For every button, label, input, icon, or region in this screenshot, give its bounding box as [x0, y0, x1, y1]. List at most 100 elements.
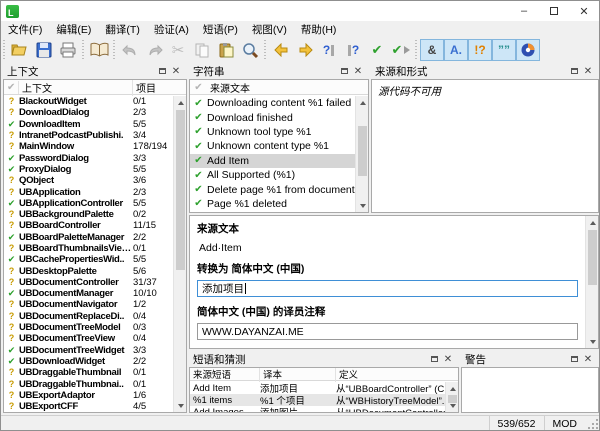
close-icon[interactable]: ✕ [169, 65, 183, 77]
scrollbar-thumb[interactable] [176, 110, 185, 270]
open-file-button[interactable] [8, 39, 32, 61]
context-row[interactable]: ✔ProxyDialog5/5 [4, 164, 173, 175]
context-row[interactable]: ✔UBDocumentTreeWidget3/3 [4, 345, 173, 356]
translator-comment-input[interactable]: WWW.DAYANZAI.ME [197, 323, 578, 340]
find-button[interactable] [238, 39, 262, 61]
toolbar-handle[interactable] [81, 40, 86, 60]
string-row[interactable]: ✔Unknown tool type %1 [190, 125, 355, 139]
context-row[interactable]: ✔DownloadItem5/5 [4, 119, 173, 130]
next-unfinished-button[interactable]: ? [341, 39, 365, 61]
phrasebook-button[interactable] [87, 39, 111, 61]
context-row[interactable]: ✔PasswordDialog3/3 [4, 152, 173, 163]
close-icon[interactable]: ✕ [441, 353, 455, 365]
context-row[interactable]: ✔UBDownloadWidget2/2 [4, 356, 173, 367]
context-row[interactable]: ?UBBoardThumbnailsVie…0/1 [4, 243, 173, 254]
phrases-header-definition[interactable]: 定义 [336, 367, 458, 382]
menu-item-1[interactable]: 编辑(E) [49, 21, 98, 38]
scroll-up-icon[interactable] [586, 216, 599, 229]
maximize-button[interactable] [539, 1, 569, 21]
menu-item-3[interactable]: 验证(A) [147, 21, 196, 38]
string-row[interactable]: ✔Downloading content %1 failed [190, 96, 355, 110]
strings-scrollbar[interactable] [355, 96, 368, 212]
prev-button[interactable] [269, 39, 293, 61]
context-scrollbar[interactable] [173, 96, 186, 412]
float-button[interactable] [337, 65, 351, 77]
menu-item-2[interactable]: 翻译(T) [98, 21, 146, 38]
scroll-up-icon[interactable] [174, 96, 187, 109]
menu-item-4[interactable]: 短语(P) [196, 21, 245, 38]
string-row[interactable]: ✔Add Item [190, 154, 355, 168]
undo-button[interactable] [118, 39, 142, 61]
scrollbar-thumb[interactable] [448, 395, 457, 403]
close-button[interactable]: ✕ [569, 1, 599, 21]
strings-header-source[interactable]: 来源文本 [207, 79, 368, 96]
title-bar[interactable]: L – ✕ [1, 1, 599, 21]
context-row[interactable]: ✔UBApplicationController5/5 [4, 198, 173, 209]
phrases-scrollbar[interactable] [445, 382, 458, 412]
cut-button[interactable]: ✂ [166, 39, 190, 61]
context-row[interactable]: ?QObject3/6 [4, 175, 173, 186]
context-row[interactable]: ?UBExportCFF4/5 [4, 401, 173, 412]
context-row[interactable]: ?UBExportAdaptor1/6 [4, 390, 173, 401]
editor-scrollbar[interactable] [585, 216, 598, 348]
save-button[interactable] [32, 39, 56, 61]
prev-unfinished-button[interactable]: ? [317, 39, 341, 61]
place-markers-toggle[interactable]: ”” [492, 39, 516, 61]
context-row[interactable]: ?UBApplication2/3 [4, 186, 173, 197]
menu-item-0[interactable]: 文件(F) [1, 21, 49, 38]
menu-item-5[interactable]: 视图(V) [245, 21, 294, 38]
minimize-button[interactable]: – [509, 1, 539, 21]
done-button[interactable]: ✔ [365, 39, 389, 61]
context-header-state[interactable]: ✔ [4, 81, 19, 94]
context-row[interactable]: ?UBBoardController11/15 [4, 220, 173, 231]
context-row[interactable]: ?UBDocumentTreeView0/4 [4, 333, 173, 344]
phrases-header-source[interactable]: 来源短语 [190, 367, 260, 382]
strings-header-state[interactable]: ✔ [190, 81, 207, 94]
context-row[interactable]: ?MainWindow178/194 [4, 141, 173, 152]
phrase-matches-toggle[interactable]: !? [468, 39, 492, 61]
context-row[interactable]: ✔UBCachePropertiesWid..5/5 [4, 254, 173, 265]
toolbar-handle[interactable] [2, 40, 7, 60]
context-row[interactable]: ?BlackoutWidget0/1 [4, 96, 173, 107]
string-row[interactable]: ✔Download finished [190, 110, 355, 124]
string-row[interactable]: ✔Unknown content type %1 [190, 139, 355, 153]
context-row[interactable]: ?UBDraggableThumbnai..0/1 [4, 378, 173, 389]
close-icon[interactable]: ✕ [351, 65, 365, 77]
menu-item-6[interactable]: 帮助(H) [294, 21, 344, 38]
accelerators-toggle[interactable]: & [420, 39, 444, 61]
context-row[interactable]: ?UBDocumentNavigator1/2 [4, 299, 173, 310]
scrollbar-thumb[interactable] [588, 230, 597, 285]
context-header-name[interactable]: 上下文 [19, 79, 133, 96]
string-row[interactable]: ✔Page %1 deleted [190, 197, 355, 211]
context-row[interactable]: ✔UBBoardPaletteManager2/2 [4, 232, 173, 243]
float-button[interactable] [567, 65, 581, 77]
close-icon[interactable]: ✕ [581, 65, 595, 77]
string-row[interactable]: ✔All Supported (%1) [190, 168, 355, 182]
translation-input[interactable]: 添加项目 [197, 280, 578, 297]
context-row[interactable]: ?UBDesktopPalette5/6 [4, 265, 173, 276]
scroll-down-icon[interactable] [174, 399, 187, 412]
context-row[interactable]: ?IntranetPodcastPublishi.3/4 [4, 130, 173, 141]
scroll-up-icon[interactable] [356, 96, 369, 109]
close-icon[interactable]: ✕ [581, 353, 595, 365]
scroll-down-icon[interactable] [586, 335, 599, 348]
toolbar-handle[interactable] [112, 40, 117, 60]
phrase-row[interactable]: Add Images添加图片从“UBDocumentController”... [190, 406, 445, 412]
paste-button[interactable] [214, 39, 238, 61]
context-row[interactable]: ✔UBDocumentManager10/10 [4, 288, 173, 299]
phrases-header-translation[interactable]: 译本 [260, 367, 336, 382]
toolbar-handle[interactable] [263, 40, 268, 60]
translation-markers-toggle[interactable] [516, 39, 540, 61]
context-row[interactable]: ?UBBackgroundPalette0/2 [4, 209, 173, 220]
next-button[interactable] [293, 39, 317, 61]
resize-grip[interactable] [587, 418, 599, 430]
context-row[interactable]: ?UBDocumentTreeModel0/3 [4, 322, 173, 333]
string-row[interactable]: ✔Delete page %1 from document [190, 182, 355, 196]
toolbar-handle[interactable] [414, 40, 419, 60]
scroll-up-icon[interactable] [446, 382, 459, 395]
ending-punctuation-toggle[interactable]: A. [444, 39, 468, 61]
context-row[interactable]: ?UBDraggableThumbnail0/1 [4, 367, 173, 378]
context-row[interactable]: ?UBDocumentReplaceDi..0/4 [4, 311, 173, 322]
float-button[interactable] [567, 353, 581, 365]
float-button[interactable] [155, 65, 169, 77]
